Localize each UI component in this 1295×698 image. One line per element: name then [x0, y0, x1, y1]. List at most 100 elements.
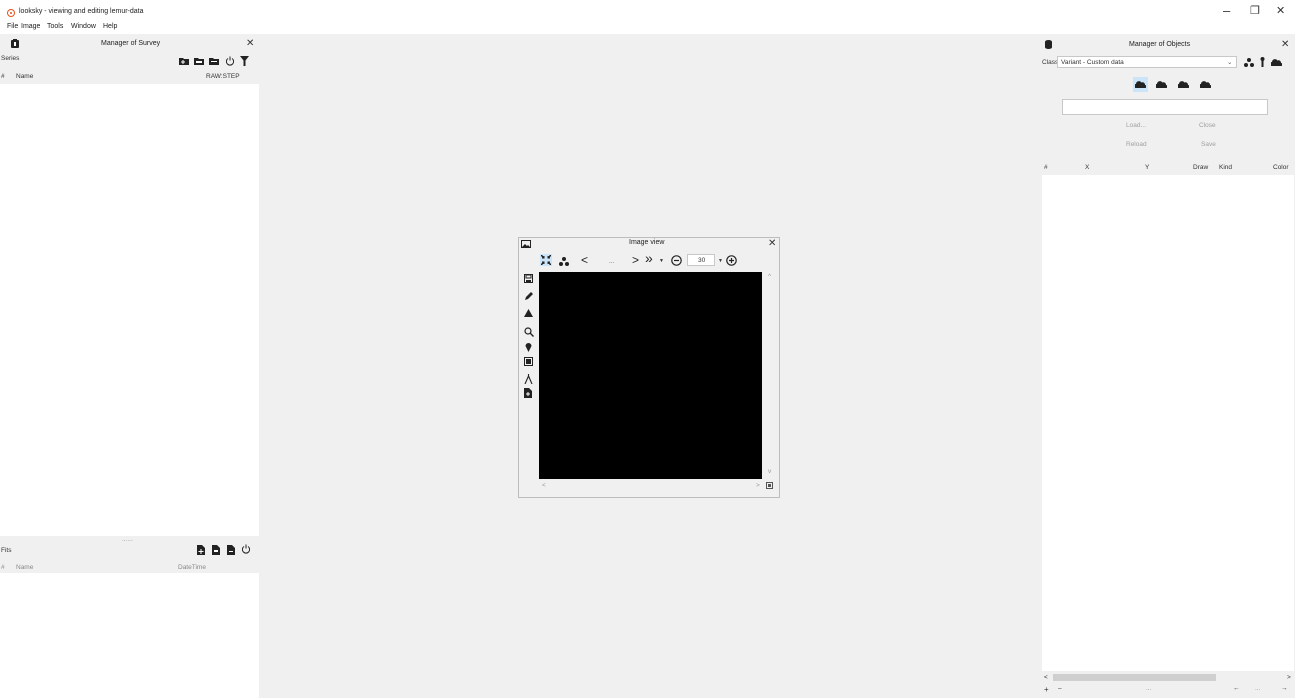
- cloud-sync-icon[interactable]: [1178, 81, 1189, 88]
- image-view-title: Image view: [629, 239, 665, 246]
- cloud-tool-active[interactable]: [1133, 77, 1148, 92]
- close-button[interactable]: Close: [1199, 122, 1216, 129]
- zoom-dropdown-icon[interactable]: ▼: [718, 258, 723, 264]
- survey-manager-header: Manager of Survey ✕: [0, 38, 259, 51]
- cloud-settings-icon[interactable]: [1200, 81, 1211, 88]
- column-header-number: #: [1, 73, 5, 80]
- status-dots: ...: [1146, 685, 1152, 692]
- objects-list[interactable]: [1042, 175, 1294, 671]
- load-button[interactable]: Load...: [1126, 122, 1146, 129]
- close-window-button[interactable]: ✕: [1276, 4, 1285, 18]
- zoom-input[interactable]: 30: [687, 254, 715, 266]
- column-header-kind: Kind: [1219, 164, 1233, 171]
- pin-icon[interactable]: [1260, 57, 1265, 67]
- open-file-icon[interactable]: [212, 545, 220, 555]
- back-arrow-button[interactable]: ←: [1233, 685, 1240, 692]
- fits-column-name: Name: [16, 564, 34, 571]
- column-header-y: Y: [1145, 164, 1150, 171]
- scroll-down-arrow[interactable]: v: [768, 468, 771, 475]
- menu-image[interactable]: Image: [21, 23, 40, 30]
- folder-icon[interactable]: [209, 57, 219, 65]
- class-select-value: Variant - Custom data: [1061, 59, 1124, 66]
- fits-list[interactable]: [0, 573, 259, 698]
- forward-arrow-button[interactable]: →: [1281, 685, 1288, 692]
- zoom-in-icon[interactable]: [726, 255, 737, 266]
- image-view-window: Image view ✕ < ... > » ▼ 30 ▼ ^ v < >: [518, 237, 780, 498]
- corner-resize-icon[interactable]: [766, 482, 773, 489]
- filter-icon[interactable]: [240, 56, 249, 66]
- save-icon[interactable]: [524, 274, 533, 283]
- app-logo-icon: [7, 9, 15, 17]
- fits-column-number: #: [1, 564, 5, 571]
- more-dots: ...: [1255, 685, 1261, 692]
- add-file-icon[interactable]: [197, 545, 205, 555]
- power-icon[interactable]: [225, 56, 235, 66]
- cloud-icon[interactable]: [1271, 59, 1282, 66]
- restore-button[interactable]: ❐: [1250, 4, 1260, 18]
- column-header-raw-step: RAW:STEP: [206, 73, 240, 80]
- image-canvas[interactable]: [539, 272, 762, 479]
- survey-manager-panel: Manager of Survey ✕ Series # Name RAW:ST…: [0, 38, 259, 698]
- compass-icon[interactable]: [524, 374, 533, 384]
- series-label: Series: [1, 55, 20, 62]
- column-header-name: Name: [16, 73, 34, 80]
- h-scrollbar-thumb[interactable]: [1053, 674, 1216, 681]
- survey-panel-icon: [11, 39, 19, 48]
- frame-select-icon[interactable]: [524, 357, 533, 366]
- next-button[interactable]: >: [632, 254, 639, 266]
- menu-file[interactable]: File: [7, 23, 18, 30]
- fast-forward-button[interactable]: »: [645, 251, 653, 265]
- database-icon: [1045, 40, 1052, 49]
- h-scroll-right-arrow[interactable]: >: [1287, 674, 1291, 681]
- add-folder-icon[interactable]: [179, 57, 189, 65]
- fits-label: Fits: [1, 547, 12, 554]
- objects-manager-close-button[interactable]: ✕: [1281, 39, 1289, 50]
- scroll-left-arrow[interactable]: <: [542, 482, 546, 489]
- zoom-out-icon[interactable]: [671, 255, 682, 266]
- image-view-close-button[interactable]: ✕: [768, 238, 776, 249]
- survey-manager-close-button[interactable]: ✕: [246, 38, 254, 49]
- scroll-right-arrow[interactable]: >: [756, 482, 760, 489]
- fit-button[interactable]: [540, 254, 552, 266]
- column-header-draw: Draw: [1193, 164, 1209, 171]
- prev-button[interactable]: <: [581, 254, 588, 266]
- column-header-x: X: [1085, 164, 1090, 171]
- objects-cluster-icon[interactable]: [1244, 58, 1254, 67]
- map-pin-icon[interactable]: [525, 342, 532, 352]
- objects-manager-panel: Manager of Objects ✕ Class Variant - Cus…: [1040, 38, 1295, 698]
- h-scroll-left-arrow[interactable]: <: [1044, 674, 1048, 681]
- class-select[interactable]: Variant - Custom data ⌄: [1057, 56, 1237, 68]
- series-list[interactable]: [0, 84, 259, 536]
- fit-icon: [541, 255, 551, 265]
- fits-power-icon[interactable]: [241, 544, 251, 554]
- fits-column-datetime: DateTime: [178, 564, 206, 571]
- open-folder-icon[interactable]: [194, 57, 204, 65]
- scroll-up-arrow[interactable]: ^: [768, 273, 771, 280]
- zoom-value: 30: [698, 257, 706, 264]
- cloud-down-icon[interactable]: [1156, 81, 1167, 88]
- cloud-add-icon: [1135, 81, 1146, 88]
- document-icon[interactable]: [524, 388, 532, 398]
- menu-bar: File Image Tools Window Help: [0, 22, 1295, 34]
- objects-icon[interactable]: [559, 257, 569, 266]
- splitter-handle[interactable]: ......: [122, 536, 133, 543]
- fast-forward-dropdown-icon[interactable]: ▼: [659, 258, 664, 264]
- objects-manager-title: Manager of Objects: [1129, 41, 1191, 48]
- reload-button[interactable]: Reload: [1126, 141, 1147, 148]
- chevron-down-icon: ⌄: [1227, 59, 1233, 66]
- menu-window[interactable]: Window: [71, 23, 96, 30]
- minimize-button[interactable]: –: [1223, 4, 1230, 18]
- add-object-button[interactable]: +: [1044, 685, 1049, 694]
- file-icon[interactable]: [227, 545, 235, 555]
- file-path-input[interactable]: [1062, 99, 1268, 115]
- window-title: looksky - viewing and editing lemur-data: [19, 8, 144, 15]
- title-bar: looksky - viewing and editing lemur-data…: [0, 0, 1295, 22]
- magnifier-icon[interactable]: [524, 327, 534, 337]
- triangle-icon[interactable]: [524, 309, 533, 317]
- column-header-number: #: [1044, 164, 1048, 171]
- menu-tools[interactable]: Tools: [47, 23, 63, 30]
- remove-object-button[interactable]: –: [1058, 685, 1062, 692]
- save-button[interactable]: Save: [1201, 141, 1216, 148]
- pencil-icon[interactable]: [524, 292, 533, 301]
- menu-help[interactable]: Help: [103, 23, 117, 30]
